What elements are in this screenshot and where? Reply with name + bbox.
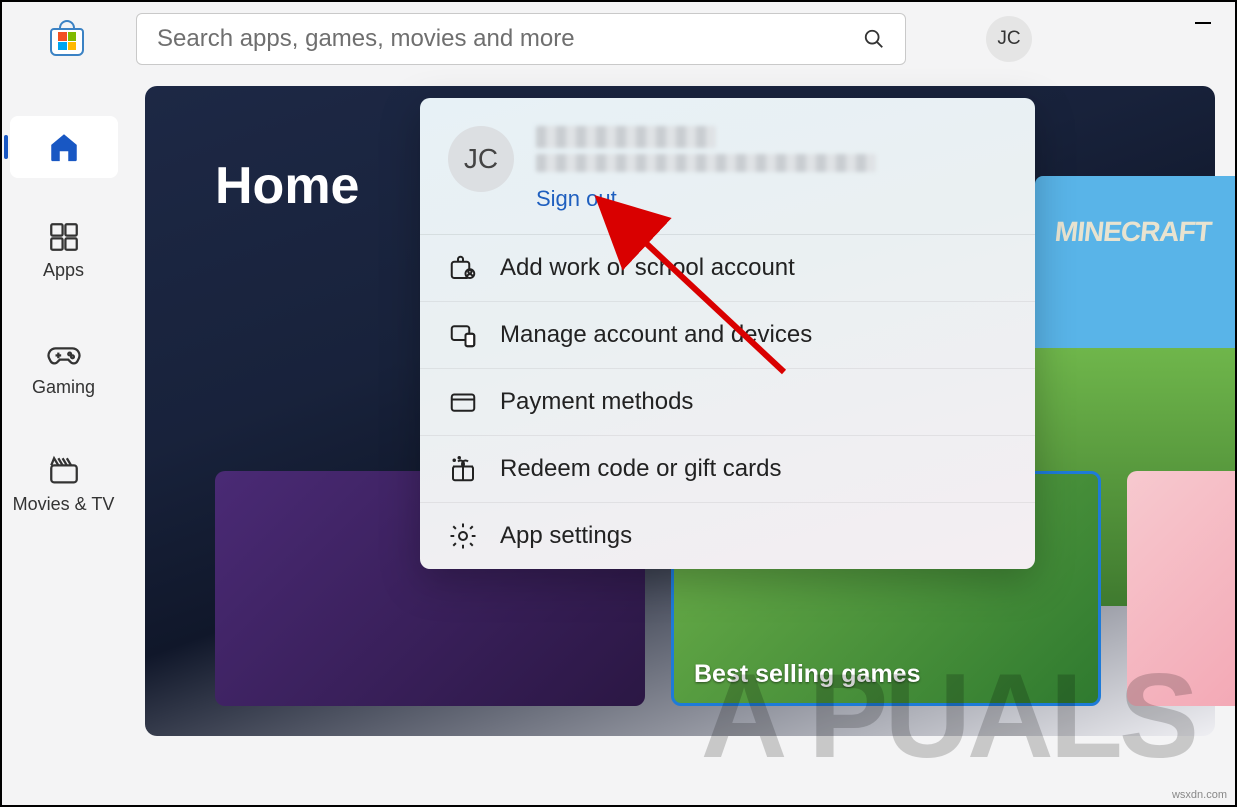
signout-link[interactable]: Sign out xyxy=(536,186,617,212)
credit-card-icon xyxy=(448,387,478,417)
search-box[interactable] xyxy=(136,13,906,65)
tile-partial[interactable] xyxy=(1127,471,1235,706)
account-popup: JC Sign out Add work or school account M… xyxy=(420,98,1035,569)
menu-item-label: Payment methods xyxy=(500,388,693,416)
briefcase-person-icon xyxy=(448,253,478,283)
search-input[interactable] xyxy=(157,25,853,53)
promo-minecraft-title: MINECRAFT xyxy=(1053,216,1212,248)
sidebar-item-gaming[interactable]: Gaming xyxy=(10,323,118,412)
popup-menu-list: Add work or school account Manage accoun… xyxy=(420,234,1035,569)
search-icon[interactable] xyxy=(863,28,885,50)
apps-icon xyxy=(47,220,81,254)
sidebar-item-home[interactable] xyxy=(10,116,118,178)
menu-redeem-code[interactable]: Redeem code or gift cards xyxy=(420,436,1035,503)
menu-app-settings[interactable]: App settings xyxy=(420,503,1035,569)
sidebar-item-label: Gaming xyxy=(32,377,95,398)
menu-item-label: App settings xyxy=(500,522,632,550)
sidebar-item-label: Movies & TV xyxy=(13,494,115,515)
devices-icon xyxy=(448,320,478,350)
sidebar-item-label: Apps xyxy=(43,260,84,281)
store-logo[interactable] xyxy=(12,22,122,56)
gaming-icon xyxy=(47,337,81,371)
page-title: Home xyxy=(215,156,359,216)
minimize-button[interactable] xyxy=(1195,22,1211,24)
menu-manage-account[interactable]: Manage account and devices xyxy=(420,302,1035,369)
home-icon xyxy=(47,130,81,164)
attribution: wsxdn.com xyxy=(1172,789,1227,801)
header-bar: JC xyxy=(2,2,1235,76)
movies-icon xyxy=(47,454,81,488)
popup-header: JC Sign out xyxy=(420,98,1035,234)
popup-user-name-redacted xyxy=(536,126,716,148)
gear-icon xyxy=(448,521,478,551)
sidebar-item-apps[interactable]: Apps xyxy=(10,206,118,295)
menu-payment-methods[interactable]: Payment methods xyxy=(420,369,1035,436)
popup-user-email-redacted xyxy=(536,154,876,172)
tile-label: Best selling games xyxy=(694,660,920,689)
window-controls xyxy=(1195,14,1211,24)
user-avatar-button[interactable]: JC xyxy=(986,16,1032,62)
menu-item-label: Add work or school account xyxy=(500,254,795,282)
popup-avatar: JC xyxy=(448,126,514,192)
sidebar: Apps Gaming Movies & TV xyxy=(2,76,125,805)
sidebar-item-movies[interactable]: Movies & TV xyxy=(10,440,118,529)
menu-item-label: Manage account and devices xyxy=(500,321,812,349)
gift-icon xyxy=(448,454,478,484)
menu-item-label: Redeem code or gift cards xyxy=(500,455,781,483)
menu-add-work-school[interactable]: Add work or school account xyxy=(420,235,1035,302)
